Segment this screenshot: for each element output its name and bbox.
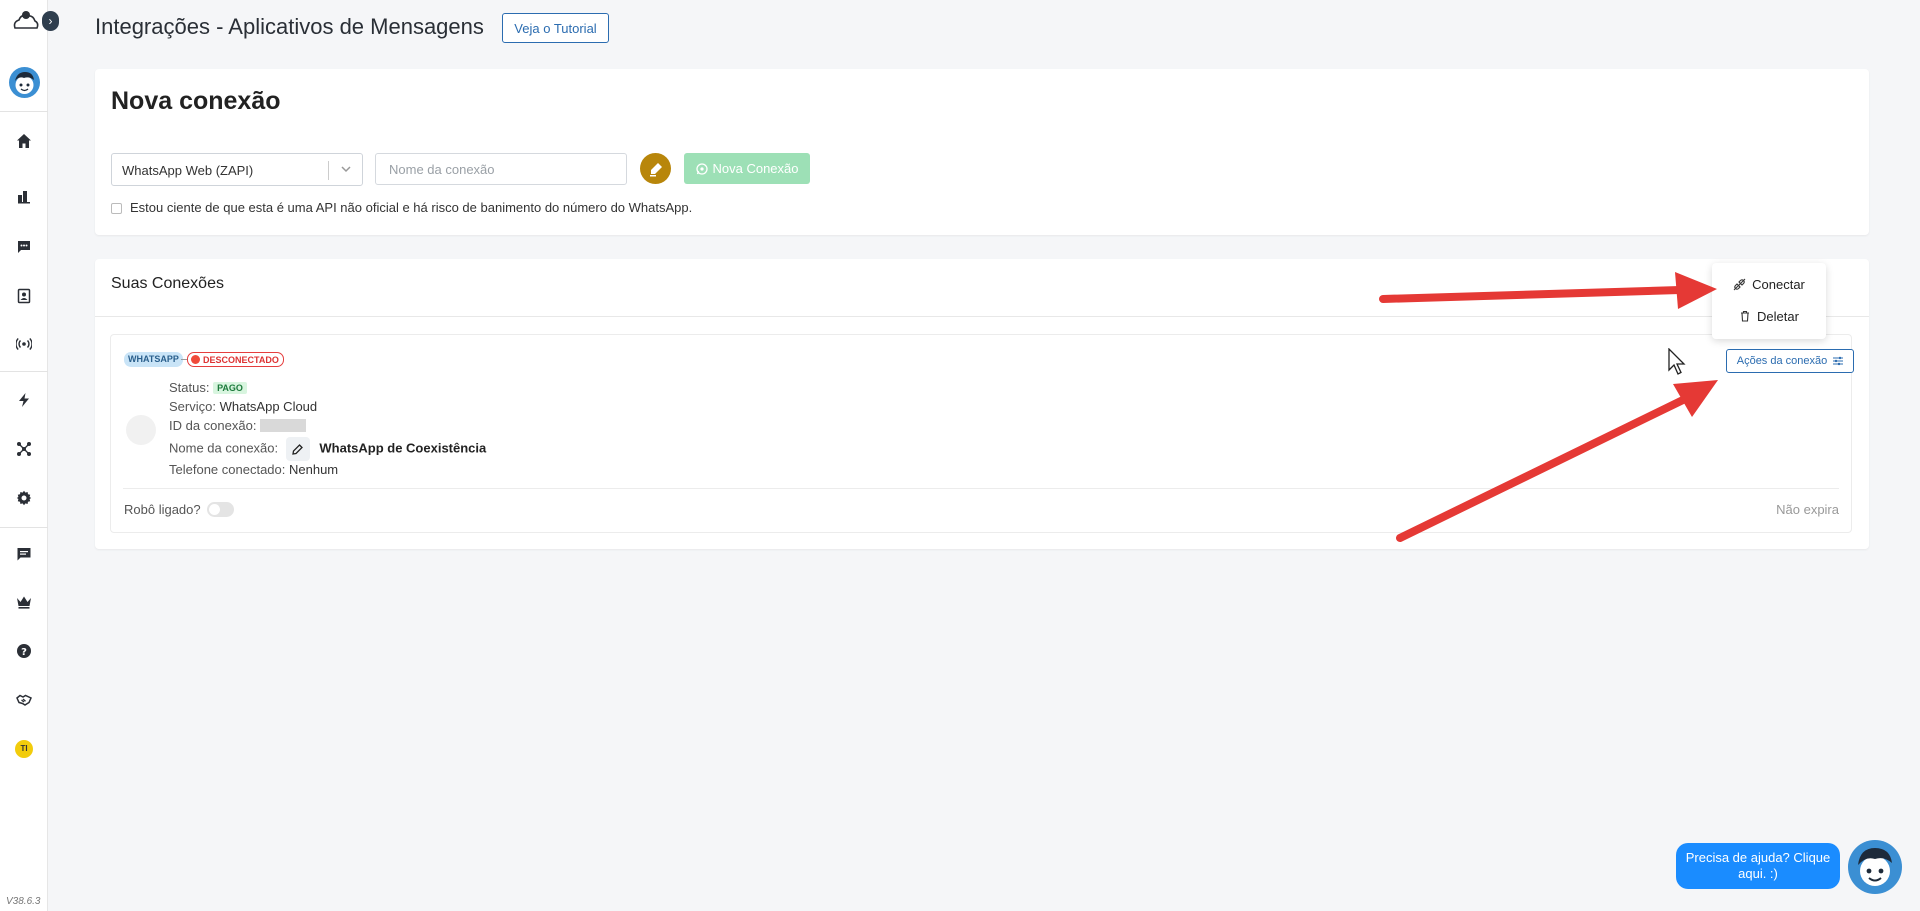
mouse-cursor-icon (1668, 348, 1686, 375)
risk-ack-checkbox[interactable] (111, 203, 122, 214)
message-icon (17, 548, 31, 561)
user-avatar[interactable] (9, 67, 40, 98)
sidebar-divider (0, 371, 48, 372)
sliders-icon (1833, 356, 1844, 366)
whatsapp-icon (695, 162, 708, 175)
user-badge: TI (15, 740, 33, 758)
new-connection-title: Nova conexão (111, 87, 281, 115)
network-icon (17, 442, 31, 456)
marker-icon (649, 162, 662, 176)
expiry-text: Não expira (1776, 502, 1839, 517)
menu-item-delete-label: Deletar (1757, 308, 1799, 324)
menu-item-delete[interactable]: Deletar (1712, 302, 1826, 330)
sidebar-item-settings[interactable] (12, 486, 36, 510)
mascot-icon (1858, 848, 1892, 886)
service-label: Serviço: (169, 399, 216, 414)
select-separator (328, 161, 329, 180)
connection-divider (123, 488, 1839, 489)
sidebar-item-messages[interactable] (12, 542, 36, 566)
plug-off-icon (1733, 278, 1746, 290)
sidebar-item-contacts[interactable] (12, 284, 36, 308)
help-chat-button[interactable]: Precisa de ajuda? Clique aqui. :) (1676, 843, 1840, 889)
status-dot-icon (191, 355, 200, 364)
chevron-down-icon (341, 166, 351, 173)
sidebar-item-chat[interactable] (12, 235, 36, 259)
sidebar-item-broadcast[interactable] (12, 332, 36, 356)
help-mascot-avatar[interactable] (1848, 840, 1902, 894)
lightning-icon (19, 393, 29, 407)
new-connection-card: Nova conexão WhatsApp Web (ZAPI) Nova Co… (95, 69, 1869, 235)
name-label: Nome da conexão: (169, 440, 279, 456)
sidebar: ? TI V38.6.3 (0, 0, 48, 911)
handshake-icon (16, 694, 32, 706)
pencil-icon (292, 443, 304, 455)
menu-item-connect-label: Conectar (1752, 276, 1805, 292)
sidebar-item-partners[interactable] (12, 688, 36, 712)
tag-color-button[interactable] (640, 153, 671, 184)
name-value: WhatsApp de Coexistência (319, 440, 487, 456)
sidebar-item-help[interactable]: ? (12, 639, 36, 663)
id-row: ID da conexão: (169, 418, 307, 433)
redacted-id (260, 419, 307, 432)
robot-label: Robô ligado? (124, 502, 201, 517)
crown-icon (17, 596, 31, 609)
connections-divider (95, 316, 1869, 317)
new-connection-button[interactable]: Nova Conexão (684, 153, 810, 184)
svg-text:?: ? (21, 647, 27, 658)
home-icon (17, 134, 31, 148)
connection-avatar (126, 415, 156, 445)
app-version: V38.6.3 (6, 896, 41, 907)
paid-badge: PAGO (213, 382, 247, 394)
connection-actions-label: Ações da conexão (1736, 355, 1828, 367)
sidebar-divider (0, 527, 48, 528)
status-row: Status: PAGO (169, 380, 247, 395)
trash-icon (1741, 310, 1750, 322)
status-badge-label: DESCONECTADO (203, 355, 279, 365)
sidebar-item-profile[interactable]: TI (12, 737, 36, 761)
service-row: Serviço: WhatsApp Cloud (169, 399, 317, 414)
broadcast-icon (16, 338, 32, 350)
connections-title: Suas Conexões (111, 275, 224, 292)
risk-ack-label: Estou ciente de que esta é uma API não o… (130, 200, 693, 215)
sidebar-item-home[interactable] (12, 129, 36, 153)
sidebar-divider (0, 111, 48, 112)
phone-label: Telefone conectado: (169, 462, 286, 477)
service-value: WhatsApp Cloud (219, 399, 318, 414)
help-icon: ? (17, 644, 31, 658)
connection-actions-button[interactable]: Ações da conexão (1726, 349, 1854, 373)
status-label: Status: (169, 380, 210, 395)
connection-type-select[interactable]: WhatsApp Web (ZAPI) (111, 153, 363, 186)
edit-name-button[interactable] (285, 437, 310, 461)
sidebar-item-reports[interactable] (12, 184, 36, 208)
platform-tag: WHATSAPP (124, 352, 183, 367)
bar-chart-icon (18, 191, 30, 204)
logo-icon[interactable] (11, 10, 39, 32)
tutorial-button[interactable]: Veja o Tutorial (502, 13, 609, 43)
sidebar-item-integrations[interactable] (12, 437, 36, 461)
connection-actions-menu: Conectar Deletar (1712, 263, 1826, 339)
connection-name-input[interactable] (375, 153, 627, 185)
menu-item-connect[interactable]: Conectar (1712, 270, 1826, 298)
sidebar-item-automations[interactable] (12, 388, 36, 412)
sidebar-item-plans[interactable] (12, 590, 36, 614)
new-connection-button-label: Nova Conexão (712, 161, 799, 176)
connection-item: WHATSAPP DESCONECTADO Status: PAGO Servi… (110, 334, 1854, 533)
name-row: Nome da conexão: WhatsApp de Coexistênci… (169, 437, 486, 461)
page-title: Integrações - Aplicativos de Mensagens (95, 14, 484, 39)
robot-toggle[interactable] (207, 502, 234, 517)
connections-card: Suas Conexões WHATSAPP DESCONECTADO Stat… (95, 259, 1869, 549)
phone-row: Telefone conectado: Nenhum (169, 462, 338, 477)
contacts-icon (17, 288, 31, 304)
id-label: ID da conexão: (169, 418, 257, 433)
sidebar-toggle-button[interactable]: › (42, 11, 59, 31)
chat-bubble-icon (18, 241, 30, 253)
phone-value: Nenhum (289, 462, 339, 477)
status-badge: DESCONECTADO (187, 352, 284, 367)
mascot-avatar-icon (15, 72, 34, 94)
connection-type-value: WhatsApp Web (ZAPI) (122, 163, 254, 178)
gear-icon (16, 490, 32, 506)
